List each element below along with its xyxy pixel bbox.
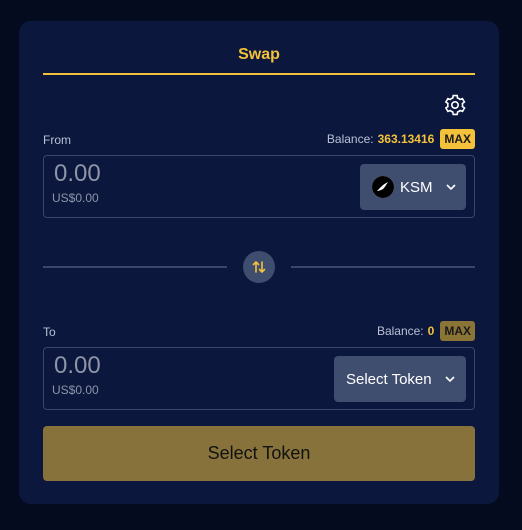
chevron-down-icon bbox=[445, 184, 456, 191]
switch-tokens-button[interactable] bbox=[243, 251, 275, 283]
from-amount-input[interactable] bbox=[52, 158, 306, 190]
from-usd-value: US$0.00 bbox=[52, 191, 99, 205]
tab-underline bbox=[43, 73, 475, 75]
kusama-logo-icon bbox=[372, 176, 394, 198]
swap-arrows-icon bbox=[252, 261, 266, 273]
to-usd-value: US$0.00 bbox=[52, 383, 99, 397]
to-max-button[interactable]: MAX bbox=[440, 321, 475, 341]
settings-button[interactable] bbox=[443, 93, 467, 117]
to-amount-input[interactable] bbox=[52, 350, 306, 382]
to-label: To bbox=[43, 325, 56, 339]
from-balance-value: 363.13416 bbox=[377, 132, 435, 146]
select-token-button[interactable]: Select Token bbox=[43, 426, 475, 481]
from-token-selector[interactable]: KSM bbox=[360, 164, 466, 210]
chevron-down-icon bbox=[445, 376, 455, 383]
from-amount-box: US$0.00 KSM bbox=[43, 155, 475, 218]
from-token-label: KSM bbox=[400, 178, 433, 196]
gear-icon bbox=[444, 94, 466, 116]
to-token-selector[interactable]: Select Token bbox=[334, 356, 466, 402]
to-balance-label: Balance: bbox=[376, 324, 424, 338]
divider-right bbox=[291, 266, 475, 268]
to-token-label: Select Token bbox=[346, 370, 432, 388]
divider-left bbox=[43, 266, 227, 268]
from-balance-label: Balance: bbox=[326, 132, 374, 146]
to-amount-box: US$0.00 Select Token bbox=[43, 347, 475, 410]
tab-swap[interactable]: Swap bbox=[19, 46, 499, 64]
to-balance: Balance: 0 MAX bbox=[377, 321, 475, 341]
swap-card: Swap From Balance: 363.13416 MAX US$0.00… bbox=[19, 21, 499, 504]
from-balance: Balance: 363.13416 MAX bbox=[327, 129, 475, 149]
from-label: From bbox=[43, 133, 71, 147]
from-max-button[interactable]: MAX bbox=[440, 129, 475, 149]
to-balance-value: 0 bbox=[427, 324, 435, 338]
